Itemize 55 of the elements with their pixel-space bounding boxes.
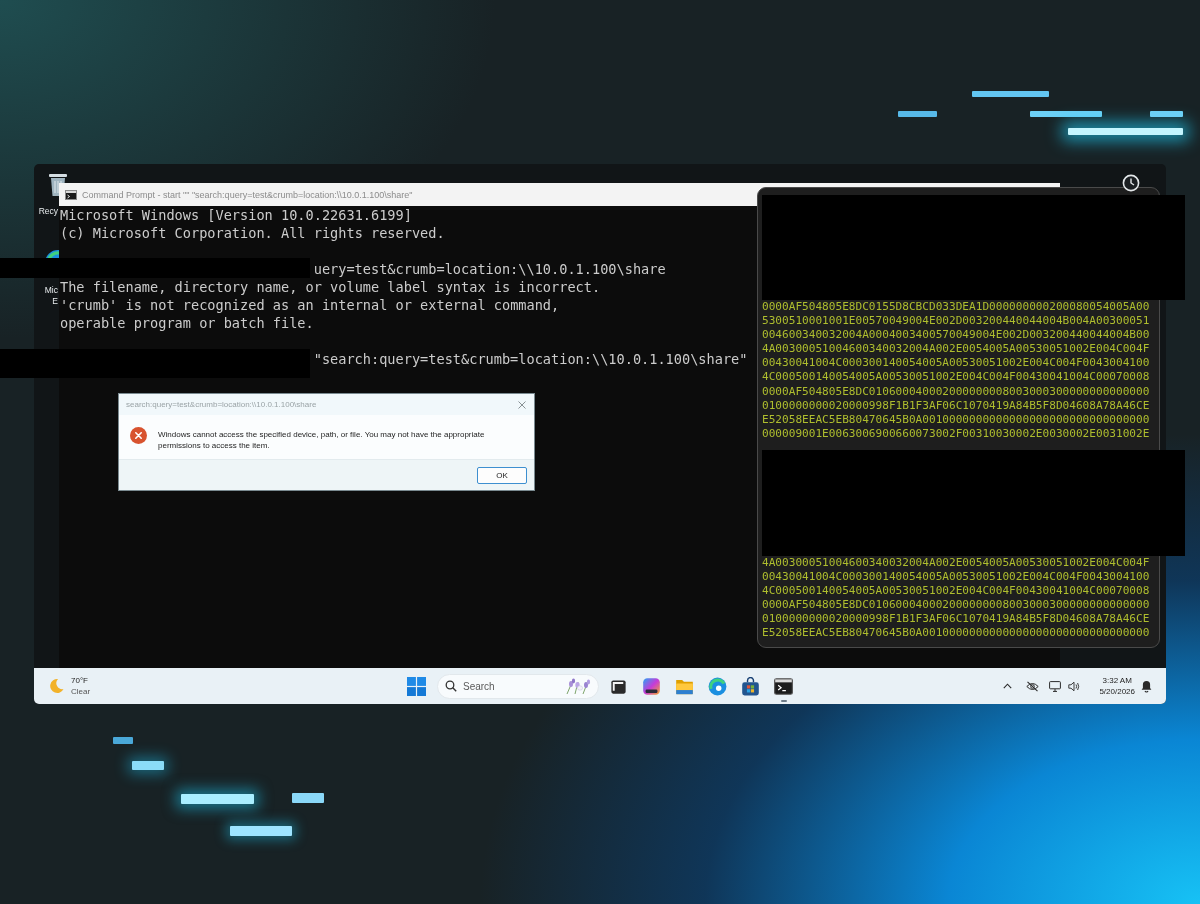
console-line: operable program or batch file.: [60, 314, 314, 332]
hex-dump-line: 4C000500140054005A00530051002E004C004F00430041004C00070008: [762, 584, 1150, 599]
light-streak: [1030, 111, 1102, 117]
console-line: The filename, directory name, or volume label syntax is incorrect.: [60, 278, 601, 296]
clock-date[interactable]: 5/20/2026: [1099, 686, 1135, 697]
console-line: 'crumb' is not recognized as an internal or external command,: [60, 296, 560, 314]
hex-dump-line: 00430041004C000300140054005A00530051002E004C004F0043004100: [762, 356, 1150, 371]
hex-dump-line: 0000AF504805E8DC010600040002000000008003000300000000000000: [762, 384, 1150, 399]
shopping-bag-icon[interactable]: [741, 676, 760, 696]
dialog-title: search:query=test&crumb=location:\\10.0.1.100\share: [126, 400, 317, 409]
error-message: Windows cannot access the specified device, path, or file. You may not have the appropriate permissions to access the item.: [158, 429, 486, 451]
error-icon: [130, 427, 147, 444]
hex-dump-line: 5300510001001E00570049004E002D003200440044004B004A00300051: [762, 314, 1150, 329]
windows-logo-icon[interactable]: [407, 676, 426, 696]
weather-temperature[interactable]: 70°F: [71, 675, 88, 686]
search-field[interactable]: Search: [437, 673, 599, 699]
window-title: Command Prompt - start "" "search:query=test&crumb=location:\\10.0.1.100\share": [82, 189, 413, 200]
terminal-icon[interactable]: [774, 676, 793, 696]
console-line: Microsoft Windows [Version 10.0.22631.6199]: [60, 206, 412, 224]
hex-dump-line: 4A00300051004600340032004A002E0054005A00530051002E004C004F: [762, 342, 1150, 357]
hex-dump-line: 4A00300051004600340032004A002E0054005A00530051002E004C004F: [762, 555, 1150, 571]
console-line: uery=test&crumb=location:\\10.0.1.100\share: [313, 260, 666, 278]
speaker-icon[interactable]: [1068, 680, 1081, 692]
desktop-icon-label: Mic E: [43, 285, 58, 307]
close-icon[interactable]: [518, 400, 526, 409]
light-streak: [898, 111, 937, 117]
desktop-icon-label: Recy: [37, 206, 58, 217]
light-streak: [1150, 111, 1183, 117]
hex-dump-line: 000009001E0063006900660073002F00310030002E0030002E0031002E: [762, 426, 1150, 441]
light-streak: [132, 761, 164, 770]
console-line: (c) Microsoft Corporation. All rights reserved.: [60, 224, 445, 242]
weather-condition[interactable]: Clear: [71, 686, 91, 697]
hex-dump-line: 0100000000020000998F1B1F3AF06C1070419A84B5F8D04608A78A46CE: [762, 398, 1150, 413]
search-icon: [445, 679, 457, 692]
hex-dump-line: 0000AF504805E8DC0155D8CBCD033DEA1D000000000200080054005A00: [762, 300, 1150, 315]
bell-icon[interactable]: [1141, 679, 1152, 693]
light-streak: [292, 793, 324, 803]
hex-dump-line: 4C000500140054005A00530051002E004C004F00430041004C00070008: [762, 370, 1150, 385]
hex-dump-line: 0100000000020000998F1B1F3AF06C1070419A84B5F8D04608A78A46CE: [762, 612, 1150, 627]
hex-dump-line: 0000AF504805E8DC010600040002000000008003000300000000000000: [762, 598, 1150, 613]
terminal-icon: [65, 189, 77, 200]
light-streak: [113, 737, 133, 744]
app-icon[interactable]: [642, 676, 661, 696]
chevron-up-icon[interactable]: [1003, 683, 1013, 689]
dialog-button[interactable]: OK: [477, 466, 527, 484]
hex-dump-line: 00430041004C000300140054005A00530051002E004C004F0043004100: [762, 570, 1150, 585]
light-streak: [230, 826, 292, 836]
monitor-icon[interactable]: [1049, 680, 1062, 692]
eye-slash-icon[interactable]: [1026, 680, 1040, 692]
clock-icon[interactable]: [1122, 174, 1140, 192]
clock-time[interactable]: 3:32 AM: [1102, 675, 1132, 686]
console-line: "search:query=test&crumb=location:\\10.0.1.100\share": [313, 350, 748, 368]
hex-dump-line: 004600340032004A0004003400570049004E002D003200440044004B00: [762, 328, 1150, 343]
hex-dump-line: E52058EEAC5EB80470645B0A0010000000000000000000000000000000: [762, 412, 1150, 427]
hex-dump-line: E52058EEAC5EB80470645B0A0010000000000000000000000000000000: [762, 626, 1150, 641]
